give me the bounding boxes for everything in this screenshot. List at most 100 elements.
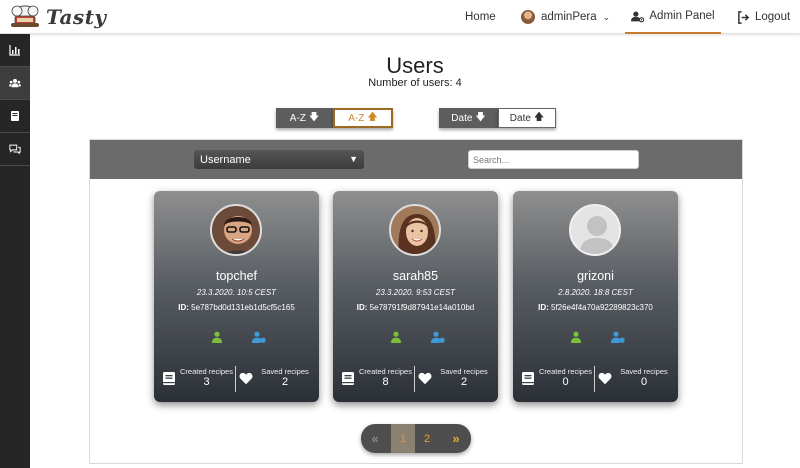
sort-date-desc-label: Date <box>451 112 473 124</box>
bar-chart-icon <box>9 45 20 56</box>
heart-icon <box>239 372 253 385</box>
comments-icon <box>9 144 21 155</box>
arrow-down-icon: 🡇 <box>308 111 320 123</box>
user-count: Number of users: 4 <box>368 77 462 89</box>
filter-field-select[interactable]: Username ▼ <box>194 150 364 169</box>
card-role-icons <box>154 331 319 343</box>
logout-icon <box>738 10 750 24</box>
card-date: 23.3.2020. 9:53 CEST <box>375 288 456 297</box>
nav-logout-link[interactable]: Logout <box>737 0 790 34</box>
arrow-down-icon: 🡇 <box>475 111 486 123</box>
user-card[interactable]: topchef 23.3.2020. 10:5 CEST ID: 5e787bd… <box>154 191 319 402</box>
brand-name: Tasty <box>46 5 107 29</box>
user-avatar-icon <box>521 10 535 24</box>
pagination-page-2[interactable]: 2 <box>416 424 438 453</box>
nav-admin-panel-label: Admin Panel <box>649 10 715 22</box>
sidebar-item-comments[interactable] <box>0 133 30 166</box>
sort-az-desc-label: A-Z <box>289 112 306 124</box>
admin-role-icon[interactable] <box>611 331 625 343</box>
created-recipes-label: Created recipes <box>180 367 233 376</box>
sort-date-desc-button[interactable]: Date 🡇 <box>439 108 498 128</box>
chevron-down-icon: ▼ <box>349 154 358 164</box>
saved-recipes-value: 2 <box>281 376 289 388</box>
nav-admin-panel-link[interactable]: Admin Panel <box>625 0 721 34</box>
pagination-last-button[interactable]: » <box>443 424 469 453</box>
created-recipes-label: Created recipes <box>359 367 412 376</box>
nav-user-name: adminPera <box>541 11 597 23</box>
book-icon <box>163 372 175 385</box>
admin-role-icon[interactable] <box>252 331 266 343</box>
nav-home-link[interactable]: Home <box>465 0 496 34</box>
user-avatar <box>389 204 441 256</box>
nav-logout-label: Logout <box>755 11 791 23</box>
card-user-id: ID: 5f26e4f4a70a92289823c370 <box>513 303 678 312</box>
saved-recipes-value: 0 <box>640 376 648 388</box>
user-card[interactable]: grizoni 2.8.2020. 18:8 CEST ID: 5f26e4f4… <box>513 191 678 402</box>
nav-user-menu[interactable]: adminPera ⌄ <box>521 0 610 34</box>
card-date: 23.3.2020. 10:5 CEST <box>196 288 277 297</box>
heart-icon <box>418 372 432 385</box>
created-recipes-value: 3 <box>203 376 210 388</box>
created-recipes-value: 0 <box>562 376 569 388</box>
card-stats: Created recipes 3 Saved recipes 2 <box>154 366 319 392</box>
sort-date-asc-label: Date <box>509 112 531 124</box>
pagination: « 1 2 » <box>361 424 471 453</box>
card-date: 2.8.2020. 18:8 CEST <box>558 288 633 297</box>
user-card[interactable]: sarah85 23.3.2020. 9:53 CEST ID: 5e78791… <box>333 191 498 402</box>
pagination-first-button[interactable]: « <box>361 424 389 453</box>
book-icon <box>11 111 19 121</box>
saved-recipes-stat: Saved recipes 0 <box>596 366 674 392</box>
user-role-icon[interactable] <box>570 331 582 343</box>
sidebar-item-recipes[interactable] <box>0 100 30 133</box>
sort-az-asc-button[interactable]: A-Z 🡅 <box>333 108 393 128</box>
chevron-down-icon: ⌄ <box>602 11 611 22</box>
filter-bar: Username ▼ <box>90 140 742 179</box>
saved-recipes-label: Saved recipes <box>440 367 488 376</box>
user-role-icon[interactable] <box>390 331 402 343</box>
heart-icon <box>598 372 612 385</box>
card-username: sarah85 <box>392 269 439 283</box>
card-id-value: 5e78791f9d87941e14a010bd <box>369 303 475 312</box>
sort-date-asc-button[interactable]: Date 🡅 <box>498 108 556 128</box>
admin-sidebar <box>0 34 30 468</box>
saved-recipes-label: Saved recipes <box>261 367 309 376</box>
created-recipes-stat: Created recipes 3 <box>160 366 236 392</box>
chef-hat-logo-icon <box>11 5 39 27</box>
user-cog-icon <box>631 10 645 22</box>
card-id-label: ID: <box>538 303 549 312</box>
sort-az-asc-label: A-Z <box>348 112 365 124</box>
card-id-label: ID: <box>356 303 368 312</box>
created-recipes-label: Created recipes <box>539 367 592 376</box>
card-user-id: ID: 5e78791f9d87941e14a010bd <box>333 303 498 312</box>
saved-recipes-stat: Saved recipes 2 <box>237 366 315 392</box>
users-icon <box>9 78 21 88</box>
saved-recipes-label: Saved recipes <box>620 367 668 376</box>
page-title: Users <box>386 53 444 78</box>
pagination-page-1[interactable]: 1 <box>391 424 415 453</box>
user-photo <box>391 206 439 254</box>
card-id-value: 5f26e4f4a70a92289823c370 <box>551 303 653 312</box>
card-role-icons <box>513 331 678 343</box>
card-stats: Created recipes 0 Saved recipes 0 <box>513 366 678 392</box>
card-stats: Created recipes 8 Saved recipes 2 <box>333 366 498 392</box>
search-input[interactable] <box>468 150 639 169</box>
card-user-id: ID: 5e787bd0d131eb1d5cf5c165 <box>154 303 319 312</box>
created-recipes-stat: Created recipes 0 <box>519 366 595 392</box>
card-username: topchef <box>215 269 257 283</box>
sort-az-desc-button[interactable]: A-Z 🡇 <box>276 108 333 128</box>
filter-field-value: Username <box>200 153 251 166</box>
sidebar-item-users[interactable] <box>0 67 30 100</box>
card-id-value: 5e787bd0d131eb1d5cf5c165 <box>191 303 295 312</box>
saved-recipes-value: 2 <box>460 376 468 388</box>
card-role-icons <box>333 331 498 343</box>
created-recipes-value: 8 <box>382 376 389 388</box>
brand-logo[interactable]: Tasty <box>8 4 107 30</box>
book-icon <box>522 372 534 385</box>
user-role-icon[interactable] <box>211 331 223 343</box>
default-avatar-icon <box>571 206 619 254</box>
user-avatar <box>210 204 262 256</box>
card-username: grizoni <box>577 269 614 283</box>
admin-role-icon[interactable] <box>431 331 445 343</box>
sidebar-item-statistics[interactable] <box>0 34 30 67</box>
arrow-up-icon: 🡅 <box>367 111 378 123</box>
